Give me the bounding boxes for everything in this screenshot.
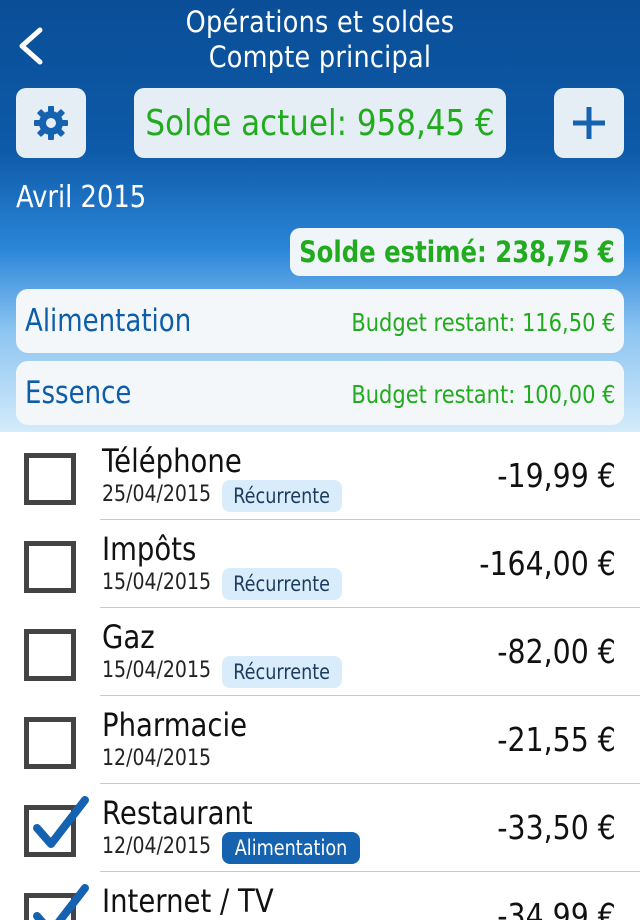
- header: Opérations et soldes Compte principal So…: [0, 0, 640, 432]
- plus-icon: [573, 107, 605, 139]
- operation-amount: -82,00 €: [497, 632, 616, 671]
- operation-row[interactable]: Pharmacie 12/04/2015 -21,55 €: [0, 696, 640, 784]
- month-label: Avril 2015: [16, 180, 147, 215]
- page-title: Opérations et soldes: [185, 5, 455, 39]
- operation-date: 15/04/2015: [102, 570, 212, 595]
- budget-name: Essence: [25, 375, 132, 411]
- operation-date: 12/04/2015: [102, 834, 212, 859]
- operation-checkbox-checked[interactable]: [24, 884, 89, 920]
- recurring-tag: Récurrente: [222, 480, 342, 512]
- budget-remaining: Budget restant: 116,50 €: [350, 308, 615, 337]
- category-tag-label: Alimentation: [234, 836, 348, 860]
- gear-icon: [34, 106, 68, 140]
- operation-amount: -34,99 €: [497, 896, 616, 920]
- budget-row[interactable]: Essence Budget restant: 100,00 €: [16, 361, 624, 425]
- operation-row[interactable]: Restaurant 12/04/2015 Alimentation -33,5…: [0, 784, 640, 872]
- operations-list: Téléphone 25/04/2015 Récurrente -19,99 €…: [0, 432, 640, 920]
- operation-name: Restaurant: [102, 794, 253, 832]
- operation-name: Pharmacie: [102, 706, 248, 744]
- operation-checkbox[interactable]: [24, 453, 76, 505]
- operation-date: 15/04/2015: [102, 658, 212, 683]
- operation-checkbox[interactable]: [24, 541, 76, 593]
- recurring-tag-label: Récurrente: [233, 660, 331, 684]
- checkmark-icon: [33, 796, 89, 848]
- operation-row[interactable]: Impôts 15/04/2015 Récurrente -164,00 €: [0, 520, 640, 608]
- budget-name: Alimentation: [25, 303, 192, 339]
- budget-row[interactable]: Alimentation Budget restant: 116,50 €: [16, 289, 624, 353]
- recurring-tag: Récurrente: [222, 656, 342, 688]
- operation-checkbox-checked[interactable]: [24, 796, 89, 857]
- operation-amount: -21,55 €: [497, 720, 616, 759]
- operation-checkbox[interactable]: [24, 717, 76, 769]
- current-balance-text: Solde actuel: 958,45 €: [145, 102, 495, 144]
- operation-date: 25/04/2015: [102, 482, 212, 507]
- operation-name: Impôts: [102, 530, 197, 568]
- operation-row[interactable]: Internet / TV -34,99 €: [0, 872, 640, 920]
- estimated-balance: Solde estimé: 238,75 €: [290, 228, 624, 276]
- operation-name: Téléphone: [102, 442, 242, 480]
- operation-amount: -19,99 €: [497, 456, 616, 495]
- add-operation-button[interactable]: [554, 88, 624, 158]
- operation-name: Internet / TV: [102, 882, 274, 920]
- recurring-tag-label: Récurrente: [233, 484, 331, 508]
- operation-row[interactable]: Gaz 15/04/2015 Récurrente -82,00 €: [0, 608, 640, 696]
- checkmark-icon: [33, 884, 89, 920]
- estimated-balance-text: Solde estimé: 238,75 €: [299, 235, 615, 269]
- account-name: Compte principal: [208, 40, 432, 74]
- operation-date: 12/04/2015: [102, 746, 212, 771]
- budget-remaining: Budget restant: 100,00 €: [350, 380, 615, 409]
- operation-checkbox[interactable]: [24, 629, 76, 681]
- recurring-tag: Récurrente: [222, 568, 342, 600]
- operation-name: Gaz: [102, 618, 155, 656]
- settings-button[interactable]: [16, 88, 86, 158]
- recurring-tag-label: Récurrente: [233, 572, 331, 596]
- category-tag: Alimentation: [222, 832, 360, 864]
- current-balance: Solde actuel: 958,45 €: [134, 88, 506, 158]
- operation-amount: -33,50 €: [497, 808, 616, 847]
- operation-amount: -164,00 €: [479, 544, 616, 583]
- operation-row[interactable]: Téléphone 25/04/2015 Récurrente -19,99 €: [0, 432, 640, 520]
